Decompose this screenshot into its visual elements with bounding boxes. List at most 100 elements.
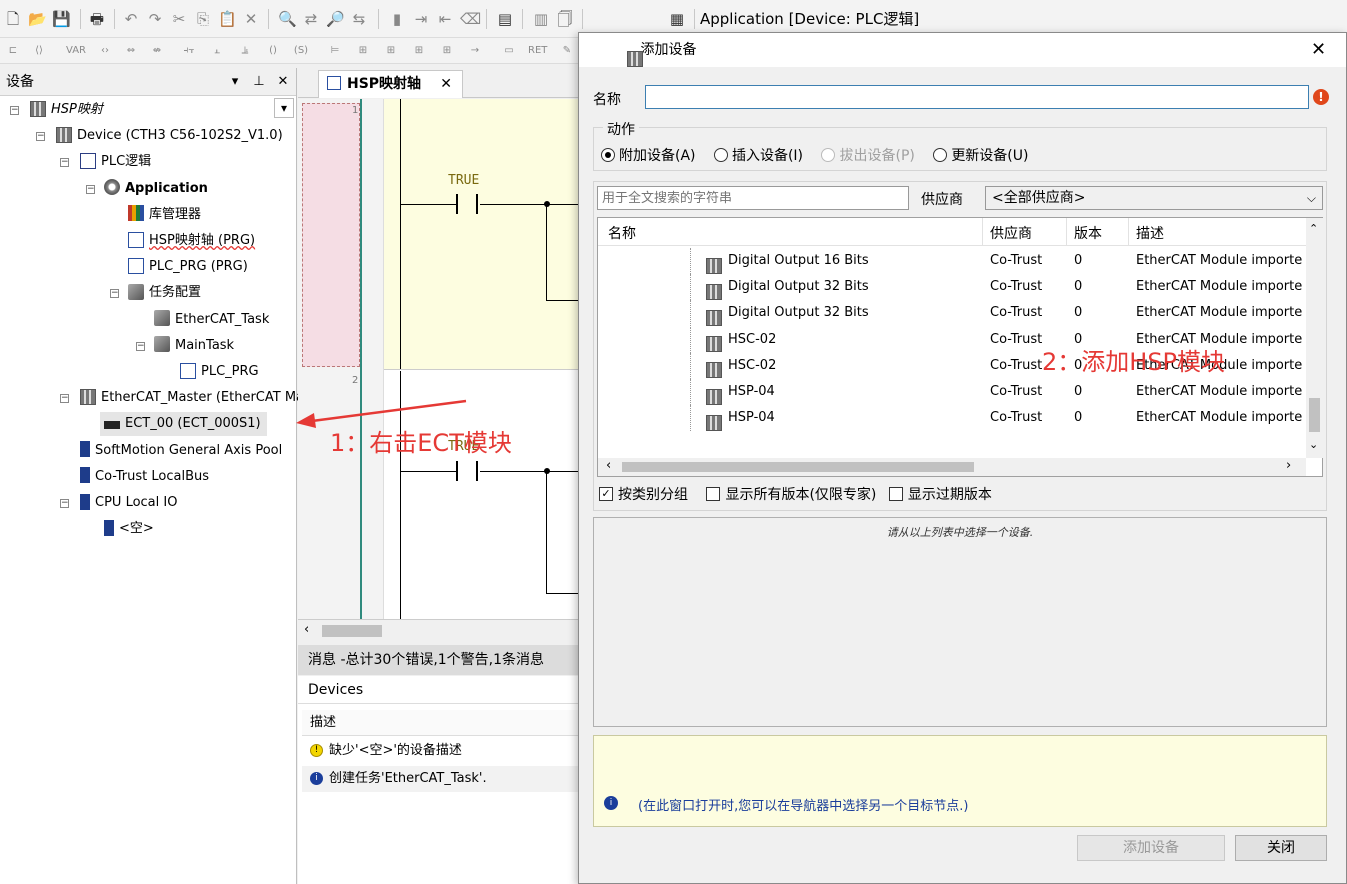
scroll-down-icon[interactable]: ⌄	[1309, 438, 1318, 451]
coil-icon[interactable]: ()	[264, 43, 282, 59]
network-1-body[interactable]	[384, 99, 588, 369]
scroll-left-icon[interactable]: ‹	[606, 458, 611, 473]
close-button[interactable]: 关闭	[1235, 835, 1327, 861]
message-row[interactable]: i 创建任务'EtherCAT_Task'.	[302, 766, 588, 792]
device-row[interactable]: Digital Output 16 Bits Co-Trust 0 EtherCAT …	[598, 248, 1306, 274]
scroll-thumb[interactable]	[322, 625, 382, 637]
tree-collapse-toggle[interactable]: −	[60, 499, 69, 508]
paste-icon[interactable]: 📋	[218, 10, 237, 28]
radio-update-device[interactable]: 更新设备(U)	[933, 148, 1028, 164]
column-version[interactable]: 版本	[1074, 223, 1102, 243]
column-name[interactable]: 名称	[608, 223, 636, 243]
negated-contact-icon[interactable]: ⫠	[208, 43, 226, 59]
tree-item-maintask[interactable]: MainTask	[150, 334, 240, 358]
panel-close-icon[interactable]: ✕	[274, 68, 292, 96]
tree-item-ethercat-task[interactable]: EtherCAT_Task	[150, 308, 275, 332]
delete-icon[interactable]: ✕	[242, 10, 260, 28]
find-replace-icon[interactable]: ⇆	[350, 10, 368, 28]
scroll-thumb[interactable]	[1309, 398, 1320, 432]
tree-scroll-dropdown[interactable]: ▾	[274, 98, 294, 118]
tree-collapse-toggle[interactable]: −	[10, 106, 19, 115]
scroll-right-icon[interactable]: ›	[1286, 458, 1291, 473]
fulltext-search-input[interactable]	[597, 186, 909, 210]
tab-hsp-mapping[interactable]: HSP映射轴 ✕	[318, 70, 463, 98]
radio-insert-device[interactable]: 插入设备(I)	[713, 148, 803, 164]
editor-hscrollbar[interactable]: ‹	[298, 619, 588, 641]
jump-icon[interactable]: ⇎	[148, 43, 166, 59]
save-icon[interactable]: 💾	[52, 10, 71, 28]
bookmark-icon[interactable]: ▮	[388, 10, 406, 28]
tree-collapse-toggle[interactable]: −	[60, 158, 69, 168]
scroll-up-icon[interactable]: ⌃	[1309, 222, 1318, 235]
tree-item-softmotion-pool[interactable]: SoftMotion General Axis Pool	[76, 439, 288, 463]
return-icon[interactable]: RET	[528, 43, 547, 59]
tree-item-plc-prg[interactable]: PLC_PRG (PRG)	[124, 255, 254, 279]
contact-2[interactable]	[456, 461, 478, 481]
contact-1-variable[interactable]: TRUE	[448, 173, 479, 188]
message-row[interactable]: ! 缺少'<空>'的设备描述	[302, 738, 588, 764]
block3-icon[interactable]: ⊞	[410, 43, 428, 59]
file-icon[interactable]: 🗍	[556, 10, 574, 28]
print-icon[interactable]: 🖶	[88, 10, 106, 28]
new-icon[interactable]: 🗋	[4, 10, 22, 28]
radio-append-device[interactable]: 附加设备(A)	[601, 148, 696, 164]
bookmark-next-icon[interactable]: ⇥	[412, 10, 430, 28]
box-icon[interactable]: ⟨⟩	[30, 43, 48, 59]
undo-icon[interactable]: ↶	[122, 10, 140, 28]
messages-header[interactable]: 消息 -总计30个错误,1个警告,1条消息	[298, 645, 588, 675]
clipboard-icon[interactable]: ▤	[496, 10, 514, 28]
tree-item-device[interactable]: Device (CTH3 C56-102S2_V1.0)	[52, 124, 289, 148]
block2-icon[interactable]: ⊞	[382, 43, 400, 59]
device-name-input[interactable]	[645, 85, 1309, 109]
pin-icon[interactable]: ⊥	[250, 68, 268, 96]
input-icon[interactable]: ‹›	[96, 43, 114, 59]
dialog-close-icon[interactable]: ✕	[1311, 33, 1326, 67]
column-description[interactable]: 描述	[1136, 223, 1164, 243]
tree-item-maintask-plc-prg[interactable]: PLC_PRG	[176, 360, 265, 384]
tree-item-ethercat-master[interactable]: EtherCAT_Master (EtherCAT Ma	[76, 386, 310, 410]
device-row[interactable]: Digital Output 32 Bits Co-Trust 0 EtherCAT …	[598, 300, 1306, 327]
tree-item-hsp-mapping-prg[interactable]: HSP映射轴 (PRG)	[124, 229, 261, 253]
rung-icon[interactable]: ⊨	[326, 43, 344, 59]
var-icon[interactable]: VAR	[66, 43, 86, 59]
copy-icon[interactable]: ⎘	[194, 10, 212, 28]
arrow-right-icon[interactable]: →	[466, 43, 484, 59]
block4-icon[interactable]: ⊞	[438, 43, 456, 59]
tree-collapse-toggle[interactable]: −	[86, 184, 95, 194]
open-icon[interactable]: 📂	[28, 10, 47, 28]
replace-icon[interactable]: ⇄	[302, 10, 320, 28]
message-category[interactable]: Devices	[298, 676, 588, 704]
list-vscrollbar[interactable]: ⌃ ⌄	[1306, 218, 1323, 458]
scroll-left-icon[interactable]: ‹	[304, 622, 309, 637]
bookmark-prev-icon[interactable]: ⇤	[436, 10, 454, 28]
set-coil-icon[interactable]: (S)	[292, 43, 310, 59]
comment-icon[interactable]: ✎	[558, 43, 576, 59]
device-row[interactable]: Digital Output 32 Bits Co-Trust 0 EtherCAT …	[598, 274, 1306, 301]
column-vendor[interactable]: 供应商	[990, 223, 1032, 243]
label-icon[interactable]: ▭	[500, 43, 518, 59]
contact-1[interactable]	[456, 194, 478, 214]
device-row[interactable]: HSP-04 Co-Trust 0 EtherCAT Module imported	[598, 405, 1306, 432]
contact-icon[interactable]: ⫞⫟	[180, 43, 198, 59]
tab-close-icon[interactable]: ✕	[440, 71, 452, 97]
tree-collapse-toggle[interactable]: −	[60, 394, 69, 404]
tree-item-application[interactable]: Application	[100, 177, 214, 201]
ladder-editor[interactable]: 1 2 TRUE TRUE	[298, 99, 588, 619]
tree-item-library-manager[interactable]: 库管理器	[124, 203, 207, 227]
messages-column-header[interactable]: 描述	[302, 710, 588, 736]
active-application-combo[interactable]: Application [Device: PLC逻辑]	[700, 8, 919, 30]
add-device-button[interactable]: 添加设备	[1077, 835, 1225, 861]
parallel-contact-icon[interactable]: ⫡	[236, 43, 254, 59]
tree-collapse-toggle[interactable]: −	[136, 341, 145, 351]
tree-item-empty-slot[interactable]: <空>	[100, 517, 160, 541]
tree-item-cpu-local-io[interactable]: CPU Local IO	[76, 491, 183, 515]
device-row[interactable]: HSP-04 Co-Trust 0 EtherCAT Module imported	[598, 379, 1306, 405]
network-icon[interactable]: ⊏	[4, 43, 22, 59]
show-all-versions-checkbox[interactable]: 显示所有版本(仅限专家)	[706, 487, 876, 503]
device-icon[interactable]: ▥	[532, 10, 550, 28]
tree-collapse-toggle[interactable]: −	[110, 289, 119, 299]
tree-item-project[interactable]: HSP映射	[26, 98, 109, 122]
vendor-select[interactable]: <全部供应商> ⌵	[985, 186, 1323, 210]
cut-icon[interactable]: ✂	[170, 10, 188, 28]
find-icon[interactable]: 🔍	[278, 10, 297, 28]
